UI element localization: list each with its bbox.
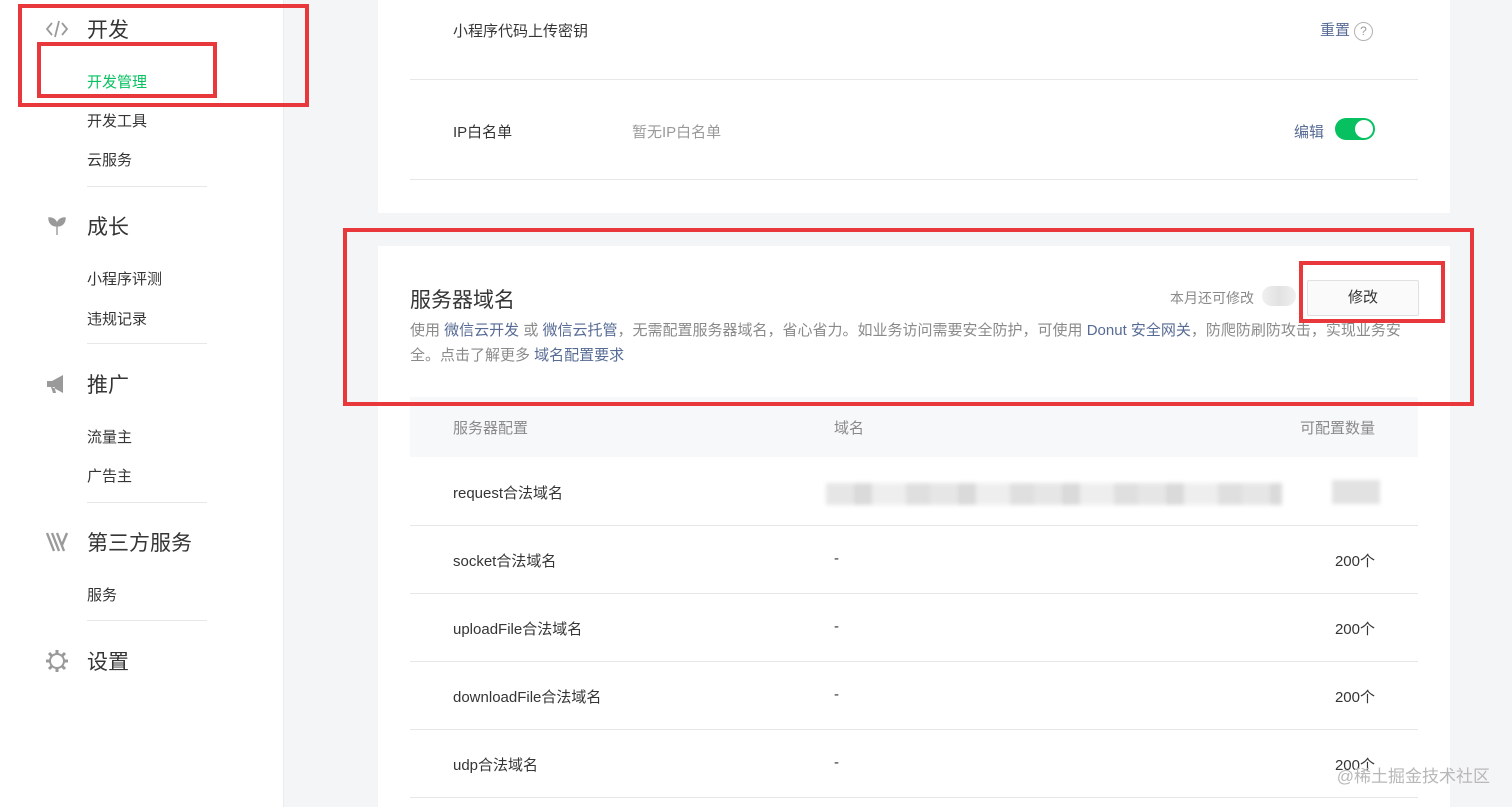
row-domain: - bbox=[834, 550, 839, 567]
table-row: uploadFile合法域名 - 200个 bbox=[410, 594, 1418, 662]
row-name: uploadFile合法域名 bbox=[453, 621, 583, 638]
row-domain: - bbox=[834, 754, 839, 771]
divider bbox=[87, 343, 207, 344]
redacted-count bbox=[1332, 480, 1380, 504]
column-header: 域名 bbox=[834, 420, 865, 437]
sidebar-item-services[interactable]: 服务 bbox=[87, 584, 117, 605]
row-name: udp合法域名 bbox=[453, 757, 539, 774]
table-row: downloadFile合法域名 - 200个 bbox=[410, 662, 1418, 730]
sidebar: 开发 开发管理 开发工具 云服务 成长 小程序评测 违规记录 推广 流量主 广告… bbox=[0, 0, 284, 807]
upload-key-label: 小程序代码上传密钥 bbox=[453, 23, 589, 40]
row-domain: - bbox=[834, 618, 839, 635]
nav-group-growth[interactable]: 成长 bbox=[45, 211, 129, 241]
table-header: 服务器配置 域名 可配置数量 bbox=[410, 397, 1418, 457]
ip-whitelist-value: 暂无IP白名单 bbox=[632, 124, 722, 141]
divider bbox=[87, 502, 207, 503]
row-count: 200个 bbox=[1334, 553, 1375, 570]
ip-whitelist-label: IP白名单 bbox=[453, 124, 513, 141]
cloud-hosting-link[interactable]: 微信云托管 bbox=[543, 322, 618, 339]
desc-text: ，无需配置服务器域名，省心省力。如业务访问需要安全防护，可使用 bbox=[617, 322, 1087, 339]
sidebar-item-evaluation[interactable]: 小程序评测 bbox=[87, 268, 162, 289]
megaphone-icon bbox=[45, 372, 69, 396]
edit-domain-button[interactable]: 修改 bbox=[1307, 280, 1419, 316]
sprout-icon bbox=[45, 214, 69, 238]
table-row: request合法域名 bbox=[410, 458, 1418, 526]
sidebar-item-violations[interactable]: 违规记录 bbox=[87, 308, 147, 329]
column-header: 可配置数量 bbox=[1299, 420, 1375, 437]
third-party-icon bbox=[45, 530, 69, 554]
table-row: udp合法域名 - 200个 bbox=[410, 730, 1418, 798]
nav-group-title: 第三方服务 bbox=[87, 532, 192, 555]
desc-text: 或 bbox=[519, 322, 543, 339]
section-title: 服务器域名 bbox=[410, 289, 515, 312]
row-count: 200个 bbox=[1334, 689, 1375, 706]
ip-whitelist-edit-link[interactable]: 编辑 bbox=[1294, 121, 1324, 142]
row-count: 200个 bbox=[1334, 621, 1375, 638]
divider bbox=[410, 79, 1418, 80]
donut-gateway-link[interactable]: Donut 安全网关 bbox=[1087, 322, 1191, 339]
redacted-domain bbox=[826, 483, 1282, 505]
divider bbox=[87, 186, 207, 187]
sidebar-item-advertiser[interactable]: 广告主 bbox=[87, 465, 132, 486]
row-domain: - bbox=[834, 686, 839, 703]
table-row: socket合法域名 - 200个 bbox=[410, 526, 1418, 594]
code-icon bbox=[45, 17, 69, 41]
sidebar-item-cloud-service[interactable]: 云服务 bbox=[87, 149, 132, 170]
redacted-count bbox=[1262, 286, 1296, 306]
help-icon[interactable]: ? bbox=[1354, 21, 1374, 41]
watermark: @稀土掘金技术社区 bbox=[1336, 767, 1490, 786]
sidebar-item-dev-management[interactable]: 开发管理 bbox=[87, 71, 147, 92]
nav-group-title: 设置 bbox=[87, 651, 129, 674]
quota-text: 本月还可修改 bbox=[1170, 290, 1254, 306]
divider bbox=[87, 620, 207, 621]
domain-requirements-link[interactable]: 域名配置要求 bbox=[534, 347, 624, 364]
reset-key-link[interactable]: 重置 bbox=[1320, 22, 1350, 39]
column-header: 服务器配置 bbox=[453, 420, 529, 437]
nav-group-settings[interactable]: 设置 bbox=[45, 646, 129, 676]
dev-settings-card: 小程序代码上传密钥 重置? IP白名单 暂无IP白名单 编辑 bbox=[378, 0, 1450, 213]
sidebar-item-dev-tools[interactable]: 开发工具 bbox=[87, 110, 147, 131]
cloud-dev-link[interactable]: 微信云开发 bbox=[444, 322, 519, 339]
nav-group-title: 开发 bbox=[87, 19, 129, 42]
server-domain-card: 服务器域名 本月还可修改 修改 使用 微信云开发 或 微信云托管，无需配置服务器… bbox=[378, 246, 1450, 807]
desc-text: 使用 bbox=[410, 322, 445, 339]
reset-key-control: 重置? bbox=[1320, 19, 1374, 41]
gear-icon bbox=[45, 649, 69, 673]
row-name: socket合法域名 bbox=[453, 553, 557, 570]
nav-group-dev[interactable]: 开发 bbox=[45, 14, 129, 44]
row-name: request合法域名 bbox=[453, 485, 564, 502]
section-description: 使用 微信云开发 或 微信云托管，无需配置服务器域名，省心省力。如业务访问需要安… bbox=[410, 318, 1422, 368]
nav-group-title: 成长 bbox=[87, 216, 129, 239]
nav-group-promotion[interactable]: 推广 bbox=[45, 369, 129, 399]
sidebar-item-publisher[interactable]: 流量主 bbox=[87, 426, 132, 447]
divider bbox=[410, 179, 1418, 180]
nav-group-title: 推广 bbox=[87, 374, 129, 397]
nav-group-third-party[interactable]: 第三方服务 bbox=[45, 527, 192, 557]
row-name: downloadFile合法域名 bbox=[453, 689, 602, 706]
ip-whitelist-toggle[interactable] bbox=[1335, 118, 1375, 140]
